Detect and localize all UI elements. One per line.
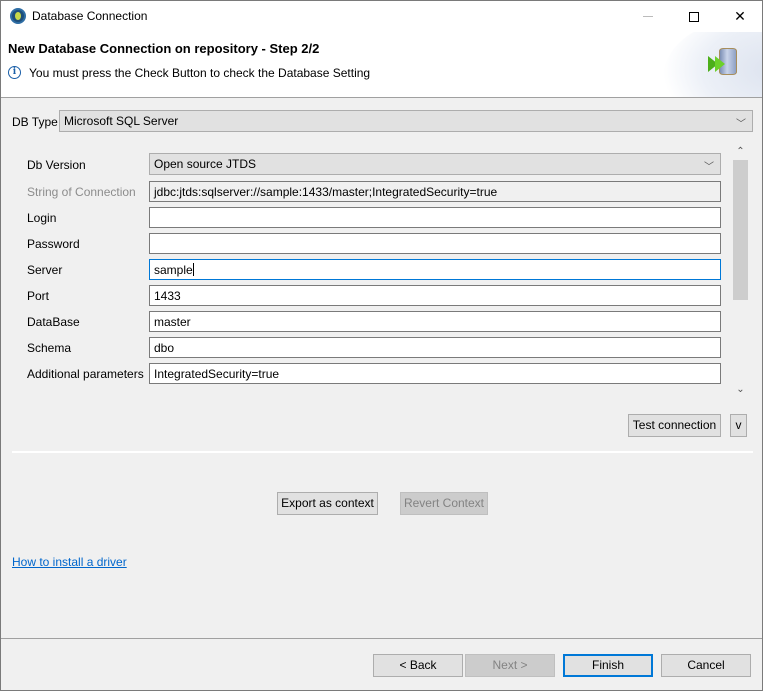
- minimize-button[interactable]: [625, 1, 671, 32]
- revert-context-button[interactable]: Revert Context: [400, 492, 488, 515]
- port-label: Port: [27, 289, 50, 303]
- schema-label: Schema: [27, 341, 72, 355]
- maximize-icon: [689, 11, 699, 22]
- title-bar: Database Connection ✕: [1, 1, 762, 32]
- cancel-button[interactable]: Cancel: [661, 654, 751, 677]
- wizard-header: New Database Connection on repository - …: [1, 32, 762, 98]
- password-field[interactable]: [149, 233, 721, 254]
- install-driver-link[interactable]: How to install a driver: [12, 555, 127, 569]
- minimize-icon: [643, 16, 653, 17]
- back-button[interactable]: < Back: [373, 654, 463, 677]
- wizard-title: New Database Connection on repository - …: [8, 41, 320, 56]
- schema-field[interactable]: dbo: [149, 337, 721, 358]
- test-connection-button[interactable]: Test connection: [628, 414, 721, 437]
- connection-string-field[interactable]: jdbc:jtds:sqlserver://sample:1433/master…: [149, 181, 721, 202]
- info-message: You must press the Check Button to check…: [29, 66, 371, 80]
- server-field[interactable]: sample: [149, 259, 721, 280]
- connection-string-label: String of Connection: [27, 185, 136, 199]
- chevron-down-icon: ﹀: [704, 162, 714, 173]
- database-connection-dialog: Database Connection ✕ New Database Conne…: [0, 0, 763, 691]
- scroll-down-arrow-icon[interactable]: ⌄: [732, 384, 749, 398]
- maximize-button[interactable]: [671, 1, 717, 32]
- export-as-context-button[interactable]: Export as context: [277, 492, 378, 515]
- server-value: sample: [154, 263, 193, 277]
- db-type-value: Microsoft SQL Server: [64, 114, 179, 128]
- additional-parameters-field[interactable]: IntegratedSecurity=true: [149, 363, 721, 384]
- footer-divider: [1, 638, 762, 639]
- password-label: Password: [27, 237, 80, 251]
- additional-parameters-label: Additional parameters: [27, 367, 144, 381]
- database-label: DataBase: [27, 315, 80, 329]
- close-icon: ✕: [734, 8, 746, 24]
- text-caret: [192, 263, 194, 276]
- database-wizard-icon: [708, 48, 742, 78]
- server-label: Server: [27, 263, 63, 277]
- db-type-select[interactable]: Microsoft SQL Server ﹀: [59, 110, 753, 132]
- login-field[interactable]: [149, 207, 721, 228]
- db-version-select[interactable]: Open source JTDS ﹀: [149, 153, 721, 175]
- scrollbar-thumb[interactable]: [733, 160, 748, 300]
- connection-settings-panel: Db Version Open source JTDS ﹀ String of …: [12, 144, 749, 402]
- login-label: Login: [27, 211, 57, 225]
- info-icon: i: [8, 66, 21, 79]
- talend-app-icon: [10, 8, 26, 24]
- arrow-icon: [715, 56, 725, 72]
- vertical-scrollbar[interactable]: ⌃ ⌄: [732, 144, 749, 402]
- db-version-label: Db Version: [27, 158, 86, 172]
- finish-button[interactable]: Finish: [563, 654, 653, 677]
- database-field[interactable]: master: [149, 311, 721, 332]
- close-button[interactable]: ✕: [717, 1, 763, 32]
- db-type-label: DB Type: [12, 115, 58, 129]
- next-button[interactable]: Next >: [465, 654, 555, 677]
- port-field[interactable]: 1433: [149, 285, 721, 306]
- scroll-up-arrow-icon[interactable]: ⌃: [732, 146, 749, 160]
- expand-button[interactable]: v: [730, 414, 747, 437]
- window-title: Database Connection: [32, 9, 148, 23]
- chevron-down-icon: ﹀: [736, 119, 746, 130]
- db-version-value: Open source JTDS: [154, 157, 257, 171]
- divider: [12, 451, 753, 453]
